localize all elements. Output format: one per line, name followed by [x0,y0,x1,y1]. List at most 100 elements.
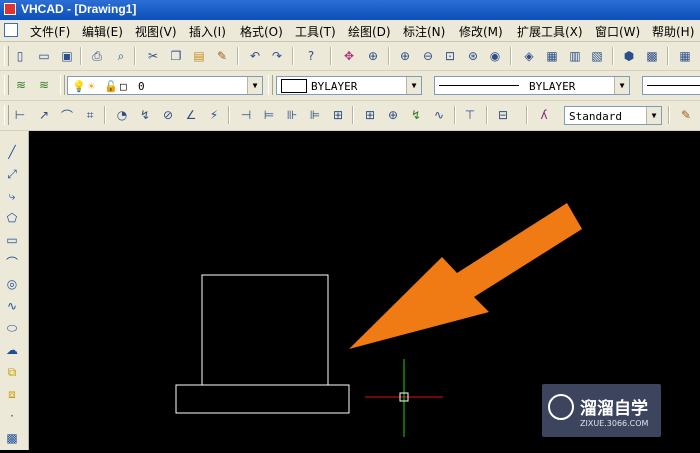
menu-tools[interactable]: 工具(T) [295,23,336,40]
zoom-realtime-icon[interactable]: ⊕ [364,47,382,65]
diameter-dimension-icon[interactable]: ⊘ [159,106,177,124]
zoom-window-icon[interactable]: ⊡ [441,47,459,65]
paste-icon[interactable]: ▤ [190,47,208,65]
toolbar-grip[interactable] [4,75,9,95]
arc-icon[interactable]: ⌒ [3,253,21,271]
insert-block-icon[interactable]: ⧉ [3,363,21,381]
quick-dimension-icon[interactable]: ⚡ [205,106,223,124]
revision-cloud-icon[interactable]: ☁ [3,341,21,359]
toolbar-grip[interactable] [4,105,9,125]
polygon-icon[interactable]: ⬠ [3,209,21,227]
lineweight-dropdown[interactable] [642,76,700,95]
chevron-down-icon[interactable]: ▼ [247,77,262,94]
dimension-text-edit-icon[interactable]: ⊤ [461,106,479,124]
menu-dimension[interactable]: 标注(N) [403,23,445,40]
open-icon[interactable]: ▭ [35,47,53,65]
rectangle-icon[interactable]: ▭ [3,231,21,249]
menu-window[interactable]: 窗口(W) [595,23,640,40]
cut-icon[interactable]: ✂ [144,47,162,65]
pan-realtime-icon[interactable]: ✥ [340,47,358,65]
layer-lock-icon: 🔓 [104,80,118,93]
chevron-down-icon[interactable]: ▼ [614,77,629,94]
zoom-out-icon[interactable]: ⊖ [419,47,437,65]
grid-icon[interactable]: ▦ [676,47,694,65]
redo-icon[interactable]: ↷ [268,47,286,65]
arc-length-icon[interactable]: ⌒ [58,106,76,124]
spline-icon[interactable]: ∿ [3,297,21,315]
save-icon[interactable]: ▣ [58,47,76,65]
menu-insert[interactable]: 插入(I) [189,23,226,40]
point-icon[interactable]: · [3,407,21,425]
separator [80,47,82,65]
layer-dropdown[interactable]: 💡 ☀ 🔓 □ 0 ▼ [67,76,263,95]
document-icon[interactable] [4,23,18,37]
undo-icon[interactable]: ↶ [246,47,264,65]
circle-icon[interactable]: ◎ [3,275,21,293]
menu-file[interactable]: 文件(F) [30,23,70,40]
upper-rectangle[interactable] [201,274,329,386]
aligned-dimension-icon[interactable]: ↗ [35,106,53,124]
base-rectangle[interactable] [175,384,350,414]
toolbar-grip[interactable] [268,75,273,95]
chevron-down-icon[interactable]: ▼ [406,77,421,94]
linear-dimension-icon[interactable]: ⊢ [11,106,29,124]
separator [510,47,512,65]
dimension-edit-icon[interactable]: ∿ [430,106,448,124]
hatch-icon[interactable]: ▩ [3,429,21,447]
zoom-all-icon[interactable]: ⊛ [464,47,482,65]
radius-dimension-icon[interactable]: ◔ [113,106,131,124]
inspection-icon[interactable]: ⊕ [384,106,402,124]
dimension-style-dropdown[interactable]: Standard ▼ [564,106,662,125]
tolerance-icon[interactable]: ⊞ [329,106,347,124]
angular-dimension-icon[interactable]: ∠ [182,106,200,124]
dimension-style-icon[interactable]: ʎ [535,106,553,124]
baseline-dimension-icon[interactable]: ⊣ [237,106,255,124]
print-icon[interactable]: ⎙ [88,47,106,65]
layer-previous-icon[interactable]: ≋ [35,76,53,94]
construction-line-icon[interactable]: ⤢ [3,165,21,183]
ellipse-icon[interactable]: ⬭ [3,319,21,337]
block-editor-icon[interactable]: ⬢ [620,47,638,65]
separator [667,47,669,65]
menu-view[interactable]: 视图(V) [135,23,177,40]
jogged-linear-icon[interactable]: ↯ [407,106,425,124]
toolbar-grip[interactable] [60,75,65,95]
continue-dimension-icon[interactable]: ⊨ [260,106,278,124]
text-style-icon[interactable]: ✎ [677,106,695,124]
ordinate-dimension-icon[interactable]: ⌗ [81,106,99,124]
play-logo-icon [548,394,574,420]
color-dropdown[interactable]: BYLAYER ▼ [276,76,422,95]
dimension-update-icon[interactable]: ⊟ [494,106,512,124]
dimension-break-icon[interactable]: ⊫ [306,106,324,124]
make-block-icon[interactable]: ⧈ [3,385,21,403]
dimension-space-icon[interactable]: ⊪ [283,106,301,124]
tool-palette-icon[interactable]: ▥ [566,47,584,65]
copy-icon[interactable]: ❐ [167,47,185,65]
help-icon[interactable]: ? [302,47,320,65]
menu-help[interactable]: 帮助(H) [652,23,694,40]
menu-extended-tools[interactable]: 扩展工具(X) [517,23,583,40]
layer-color-swatch: □ [120,80,127,93]
center-mark-icon[interactable]: ⊞ [361,106,379,124]
layer-manager-icon[interactable]: ≋ [12,76,30,94]
print-preview-icon[interactable]: ⌕ [112,47,130,65]
line-icon[interactable]: ╱ [3,143,21,161]
external-reference-icon[interactable]: ▩ [643,47,661,65]
design-center-icon[interactable]: ▦ [543,47,561,65]
zoom-previous-icon[interactable]: ◉ [486,47,504,65]
color-value: BYLAYER [311,80,358,93]
polyline-icon[interactable]: ⤷ [3,187,21,205]
menu-format[interactable]: 格式(O) [240,23,283,40]
properties-icon[interactable]: ◈ [520,47,538,65]
linetype-dropdown[interactable]: BYLAYER ▼ [434,76,630,95]
match-properties-icon[interactable]: ✎ [213,47,231,65]
new-icon[interactable]: ▯ [11,47,29,65]
chevron-down-icon[interactable]: ▼ [646,107,661,124]
zoom-in-icon[interactable]: ⊕ [396,47,414,65]
jogged-dimension-icon[interactable]: ↯ [136,106,154,124]
menu-edit[interactable]: 编辑(E) [82,23,123,40]
sheet-set-icon[interactable]: ▧ [588,47,606,65]
toolbar-grip[interactable] [4,46,9,66]
menu-draw[interactable]: 绘图(D) [348,23,391,40]
menu-modify[interactable]: 修改(M) [459,23,503,40]
